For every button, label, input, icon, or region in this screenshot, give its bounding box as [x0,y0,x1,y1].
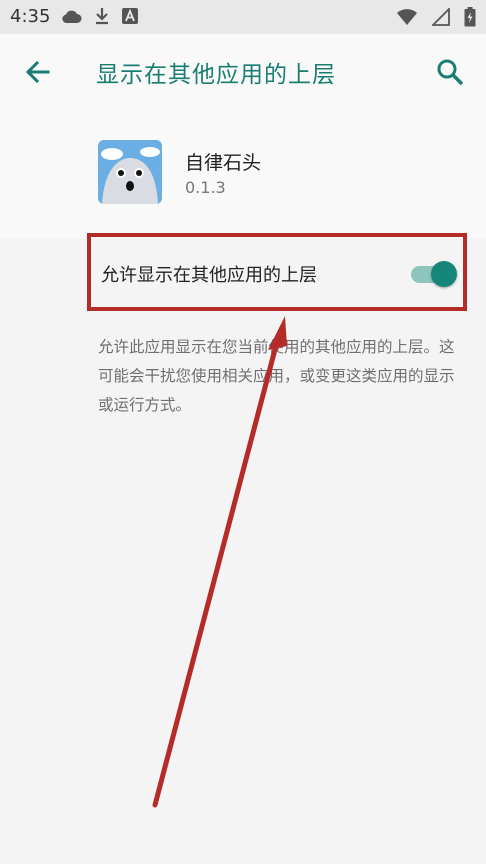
page-title: 显示在其他应用的上层 [96,62,336,88]
app-name: 自律石头 [185,152,262,174]
app-version: 0.1.3 [185,178,226,197]
settings-content [0,238,486,864]
a-badge-icon [122,8,138,24]
signal-icon [432,8,450,26]
app-header: 自律石头 0.1.3 [0,110,486,238]
status-bar: 4:35 [0,0,486,34]
status-time: 4:35 [10,6,51,27]
download-icon [96,8,108,25]
battery-icon [464,7,476,27]
allow-overlay-setting-row[interactable]: 允许显示在其他应用的上层 [87,233,467,311]
setting-description: 允许此应用显示在您当前使用的其他应用的上层。这可能会干扰您使用相关应用，或变更这… [98,338,455,414]
toggle-thumb [431,261,457,287]
allow-overlay-toggle[interactable] [407,261,457,287]
setting-label: 允许显示在其他应用的上层 [101,265,317,286]
search-icon[interactable] [432,54,468,90]
app-icon [98,140,162,204]
app-bar: 显示在其他应用的上层 [0,34,486,110]
back-arrow-icon[interactable] [20,54,56,90]
cloud-icon [62,10,82,23]
wifi-icon [397,9,417,25]
